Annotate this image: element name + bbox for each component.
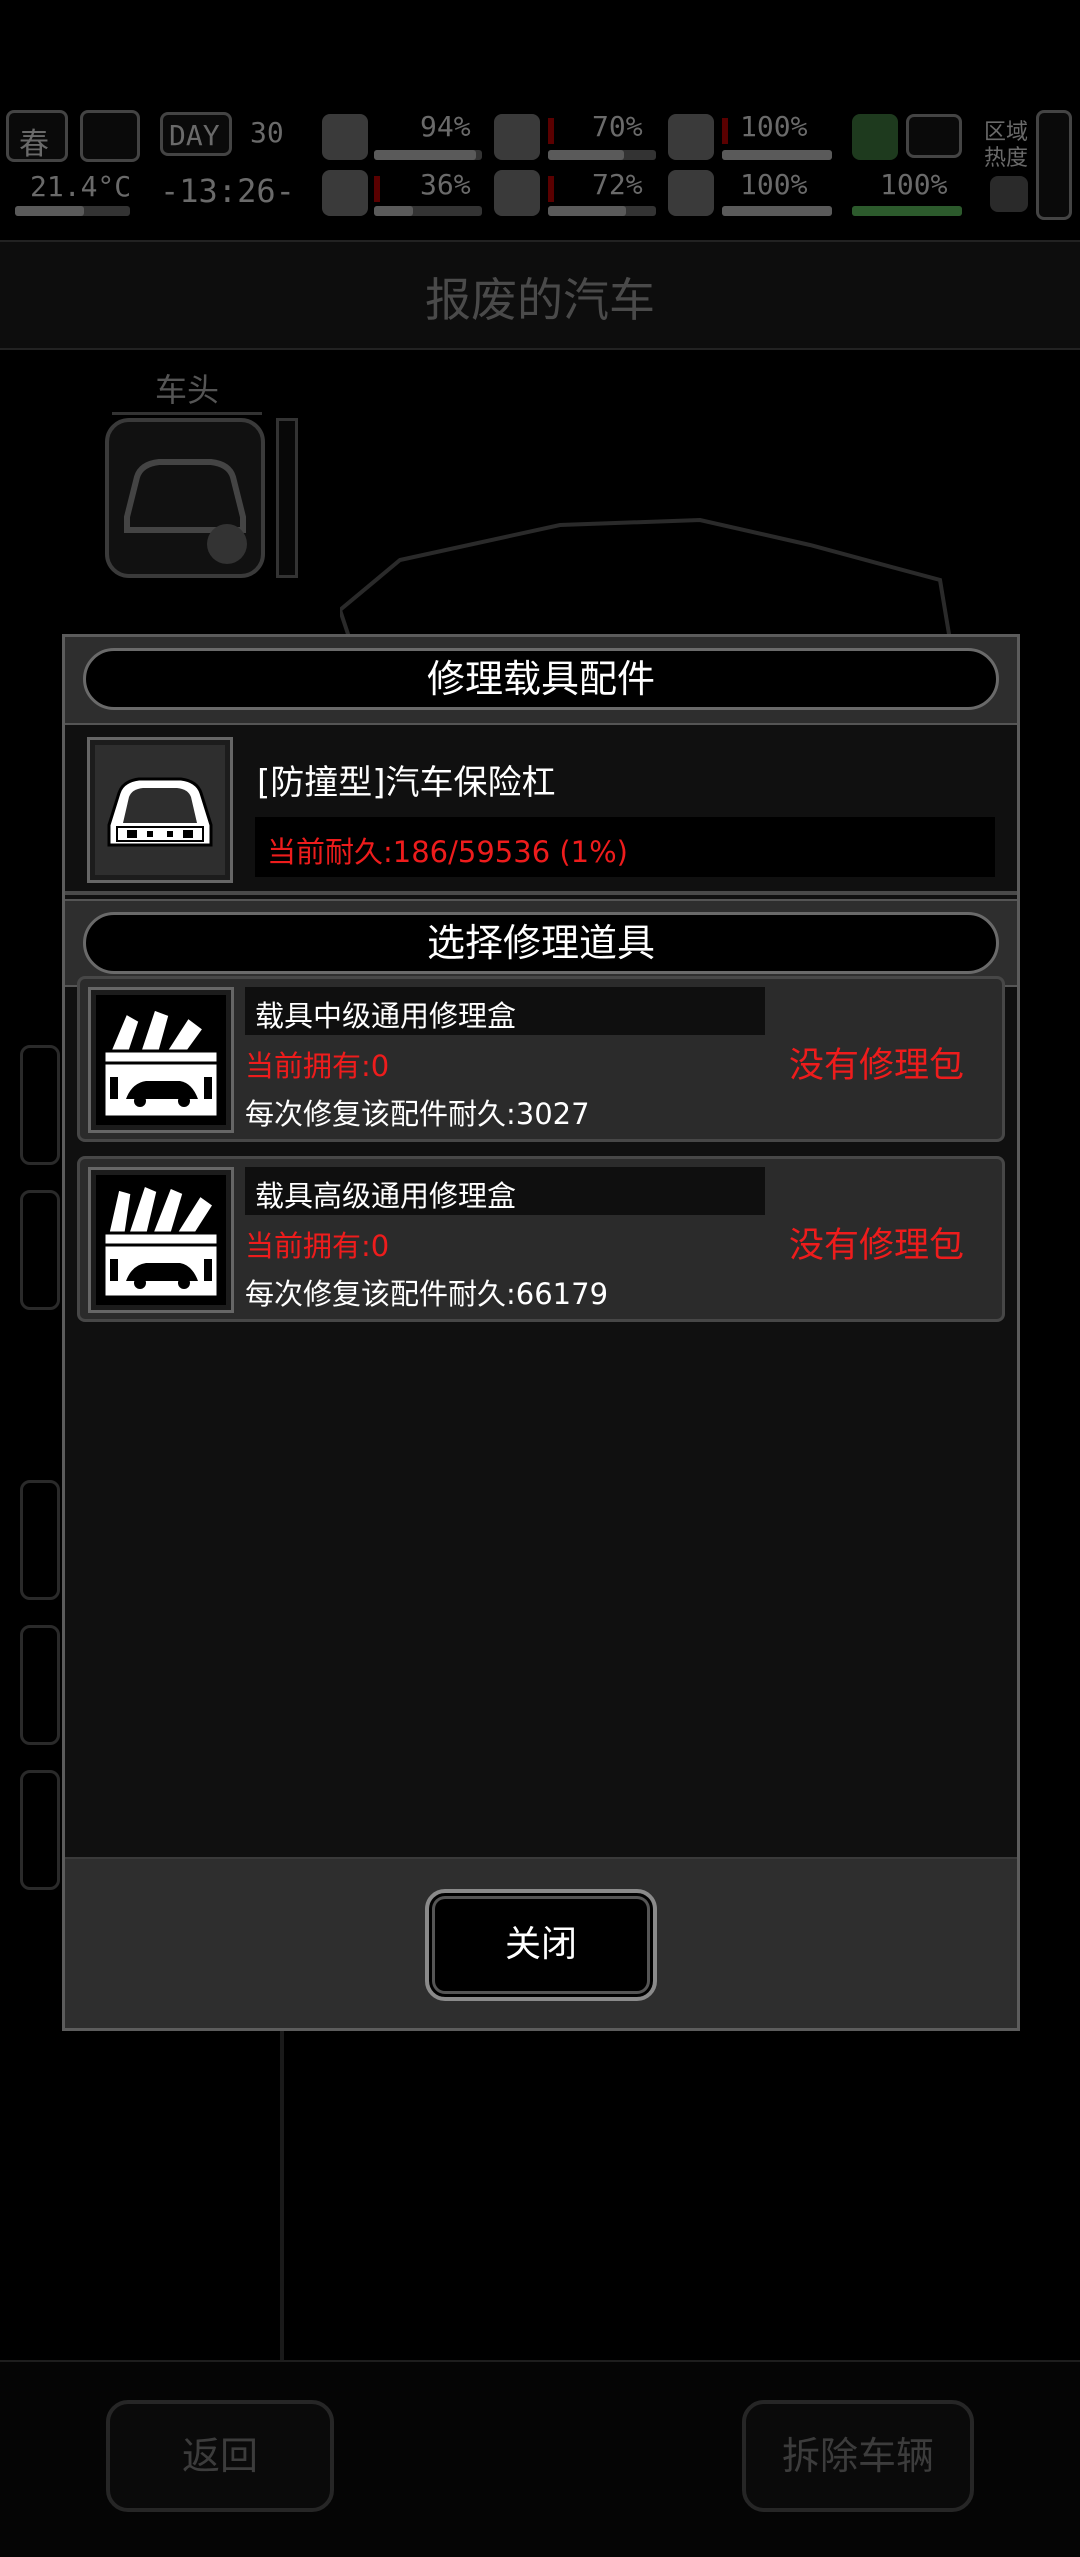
repair-toolbox-advanced-icon [102,1182,220,1299]
close-button[interactable]: 关闭 [425,1889,657,2001]
tool-owned-count: 当前拥有:0 [245,1049,390,1083]
part-name: [防撞型]汽车保险杠 [257,763,556,803]
tool-repair-amount: 每次修复该配件耐久:66179 [245,1277,609,1311]
modal-header: 修理载具配件 [65,637,1017,725]
tool-name-bar: 载具高级通用修理盒 [245,1167,765,1215]
car-bumper-icon [107,777,213,847]
tool-owned-count: 当前拥有:0 [245,1229,390,1263]
tool-icon-frame [88,987,234,1133]
tools-header: 选择修理道具 [65,899,1017,987]
tool-name-bar: 载具中级通用修理盒 [245,987,765,1035]
repair-toolbox-icon [102,1007,220,1119]
tool-name: 载具高级通用修理盒 [255,1179,517,1213]
tool-repair-amount: 每次修复该配件耐久:3027 [245,1097,590,1131]
part-durability-box: 当前耐久:186/59536 (1%) [255,817,995,877]
modal-footer: 关闭 [65,1857,1017,2028]
repair-part-modal: 修理载具配件 [防撞型]汽车保险杠 当前耐久:186/59536 (1%) 选择… [62,634,1020,2031]
tool-icon-frame [88,1167,234,1313]
tool-status-no-kit: 没有修理包 [788,1046,964,1086]
tool-status-no-kit: 没有修理包 [788,1226,964,1266]
tool-card-medium-repair-box[interactable]: 载具中级通用修理盒 当前拥有:0 每次修复该配件耐久:3027 没有修理包 [77,976,1005,1142]
part-durability: 当前耐久:186/59536 (1%) [267,835,628,869]
tool-card-advanced-repair-box[interactable]: 载具高级通用修理盒 当前拥有:0 每次修复该配件耐久:66179 没有修理包 [77,1156,1005,1322]
part-icon-frame [87,737,233,883]
modal-title: 修理载具配件 [83,648,999,710]
tools-title: 选择修理道具 [83,912,999,974]
tool-name: 载具中级通用修理盒 [255,999,517,1033]
part-info-panel: [防撞型]汽车保险杠 当前耐久:186/59536 (1%) [65,725,1017,895]
